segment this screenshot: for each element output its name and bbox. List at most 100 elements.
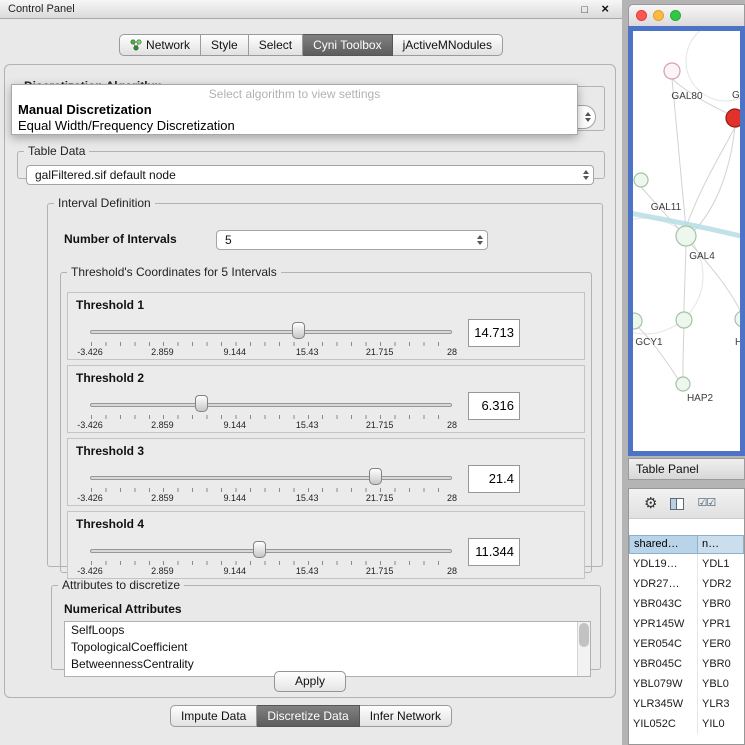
scale-label: 2.859 bbox=[151, 347, 174, 357]
tab-select-label: Select bbox=[259, 38, 292, 52]
close-window-icon[interactable]: × bbox=[601, 0, 609, 18]
network-view-window: GAL80 GA GAL11 GAL4 GCY1 H HAP2 bbox=[628, 4, 745, 456]
table-cell[interactable]: YPR145W bbox=[629, 614, 698, 634]
slider-thumb[interactable] bbox=[253, 541, 266, 558]
list-item[interactable]: SelfLoops bbox=[65, 622, 590, 639]
scale-label: 28 bbox=[447, 347, 457, 357]
table-row[interactable]: YLR345WYLR3 bbox=[629, 694, 744, 714]
minimize-traffic-light[interactable] bbox=[653, 10, 664, 21]
network-node[interactable] bbox=[664, 63, 680, 79]
table-cell[interactable]: YIL0 bbox=[698, 714, 744, 734]
network-node[interactable] bbox=[676, 377, 690, 391]
network-node[interactable] bbox=[634, 173, 648, 187]
columns-icon[interactable] bbox=[670, 498, 684, 510]
column-header-shared-name[interactable]: shared… bbox=[629, 535, 698, 554]
table-cell[interactable]: YER054C bbox=[629, 634, 698, 654]
gear-icon[interactable]: ⚙ bbox=[644, 496, 657, 511]
scale-label: 28 bbox=[447, 493, 457, 503]
threshold-4-value-field[interactable]: 11.344 bbox=[468, 538, 520, 566]
thresholds-group: Threshold's Coordinates for 5 Intervals … bbox=[60, 265, 592, 573]
slider-thumb[interactable] bbox=[292, 322, 305, 339]
zoom-traffic-light[interactable] bbox=[670, 10, 681, 21]
scale-label: 2.859 bbox=[151, 566, 174, 576]
table-cell[interactable]: YPR1 bbox=[698, 614, 744, 634]
table-row[interactable]: YIL052CYIL0 bbox=[629, 714, 744, 734]
table-cell[interactable]: YLR3 bbox=[698, 694, 744, 714]
slider-track[interactable] bbox=[90, 476, 452, 480]
table-row[interactable]: YPR145WYPR1 bbox=[629, 614, 744, 634]
threshold-4-slider[interactable] bbox=[90, 548, 452, 556]
tab-style[interactable]: Style bbox=[201, 34, 249, 56]
network-canvas[interactable]: GAL80 GA GAL11 GAL4 GCY1 H HAP2 bbox=[628, 26, 745, 456]
node-label: GA bbox=[732, 90, 740, 101]
table-cell[interactable]: YDL19… bbox=[629, 554, 698, 574]
table-cell[interactable]: YER0 bbox=[698, 634, 744, 654]
list-scrollbar[interactable] bbox=[577, 622, 590, 676]
table-cell[interactable]: YBR043C bbox=[629, 594, 698, 614]
cyni-toolbox-panel: Discretization Algorithm Select algorith… bbox=[4, 64, 616, 698]
scale-label: 15.43 bbox=[296, 566, 319, 576]
table-cell[interactable]: YBL0 bbox=[698, 674, 744, 694]
network-node[interactable] bbox=[633, 313, 642, 329]
table-cell[interactable]: YIL052C bbox=[629, 714, 698, 734]
tab-discretize-data[interactable]: Discretize Data bbox=[257, 705, 359, 727]
table-row[interactable]: YBR043CYBR0 bbox=[629, 594, 744, 614]
tab-select[interactable]: Select bbox=[249, 34, 303, 56]
table-cell[interactable]: YBR0 bbox=[698, 654, 744, 674]
tab-network[interactable]: Network bbox=[119, 34, 201, 56]
threshold-1-slider[interactable] bbox=[90, 329, 452, 337]
control-panel-titlebar: Control Panel □ × bbox=[0, 0, 622, 19]
table-row[interactable]: YER054CYER0 bbox=[629, 634, 744, 654]
network-node[interactable] bbox=[735, 311, 740, 327]
threshold-3-label: Threshold 3 bbox=[76, 444, 144, 458]
dropdown-option-manual-discretization[interactable]: Manual Discretization bbox=[12, 102, 577, 118]
table-panel-header: Table Panel bbox=[628, 458, 745, 480]
tab-jactivemnodules[interactable]: jActiveMNodules bbox=[393, 34, 503, 56]
threshold-1-value-field[interactable]: 14.713 bbox=[468, 319, 520, 347]
slider-ticks bbox=[91, 342, 452, 346]
column-header-name[interactable]: n… bbox=[698, 535, 744, 554]
scale-label: 9.144 bbox=[224, 566, 247, 576]
scale-label: 15.43 bbox=[296, 420, 319, 430]
table-data-select[interactable]: galFiltered.sif default node bbox=[26, 165, 594, 185]
threshold-3-slider[interactable] bbox=[90, 475, 452, 483]
table-cell[interactable]: YDL1 bbox=[698, 554, 744, 574]
tab-cyni-toolbox[interactable]: Cyni Toolbox bbox=[303, 34, 392, 56]
tab-infer-network[interactable]: Infer Network bbox=[360, 705, 452, 727]
slider-thumb[interactable] bbox=[369, 468, 382, 485]
scrollbar-thumb[interactable] bbox=[579, 623, 589, 647]
threshold-2-slider[interactable] bbox=[90, 402, 452, 410]
threshold-3-panel: Threshold 3 -3.426 2.859 9.144 15.43 21.… bbox=[67, 438, 585, 506]
table-cell[interactable]: YDR2 bbox=[698, 574, 744, 594]
table-row[interactable]: YBL079WYBL0 bbox=[629, 674, 744, 694]
network-node[interactable] bbox=[676, 312, 692, 328]
slider-track[interactable] bbox=[90, 549, 452, 553]
network-graph[interactable]: GAL80 GA GAL11 GAL4 GCY1 H HAP2 bbox=[633, 31, 740, 451]
network-node[interactable] bbox=[676, 226, 696, 246]
node-label: H bbox=[735, 337, 740, 348]
float-window-icon[interactable]: □ bbox=[581, 1, 588, 19]
table-row[interactable]: YBR045CYBR0 bbox=[629, 654, 744, 674]
table-cell[interactable]: YBR0 bbox=[698, 594, 744, 614]
slider-track[interactable] bbox=[90, 403, 452, 407]
network-node-selected[interactable] bbox=[726, 109, 740, 127]
apply-button[interactable]: Apply bbox=[274, 671, 346, 692]
dropdown-option-equal-width-frequency[interactable]: Equal Width/Frequency Discretization bbox=[12, 118, 577, 134]
slider-track[interactable] bbox=[90, 330, 452, 334]
table-cell[interactable]: YBR045C bbox=[629, 654, 698, 674]
scale-label: 21.715 bbox=[366, 566, 394, 576]
threshold-2-value-field[interactable]: 6.316 bbox=[468, 392, 520, 420]
threshold-3-value-field[interactable]: 21.4 bbox=[468, 465, 520, 493]
tab-impute-data[interactable]: Impute Data bbox=[170, 705, 257, 727]
table-row[interactable]: YDR27…YDR2 bbox=[629, 574, 744, 594]
list-item[interactable]: TopologicalCoefficient bbox=[65, 639, 590, 656]
table-row[interactable]: YDL19…YDL1 bbox=[629, 554, 744, 574]
table-cell[interactable]: YDR27… bbox=[629, 574, 698, 594]
number-of-intervals-select[interactable]: 5 bbox=[216, 230, 488, 250]
attributes-to-discretize-label: Attributes to discretize bbox=[58, 578, 184, 592]
select-columns-icon[interactable]: ☑☑ bbox=[697, 498, 715, 509]
table-cell[interactable]: YLR345W bbox=[629, 694, 698, 714]
slider-thumb[interactable] bbox=[195, 395, 208, 412]
close-traffic-light[interactable] bbox=[636, 10, 647, 21]
table-cell[interactable]: YBL079W bbox=[629, 674, 698, 694]
